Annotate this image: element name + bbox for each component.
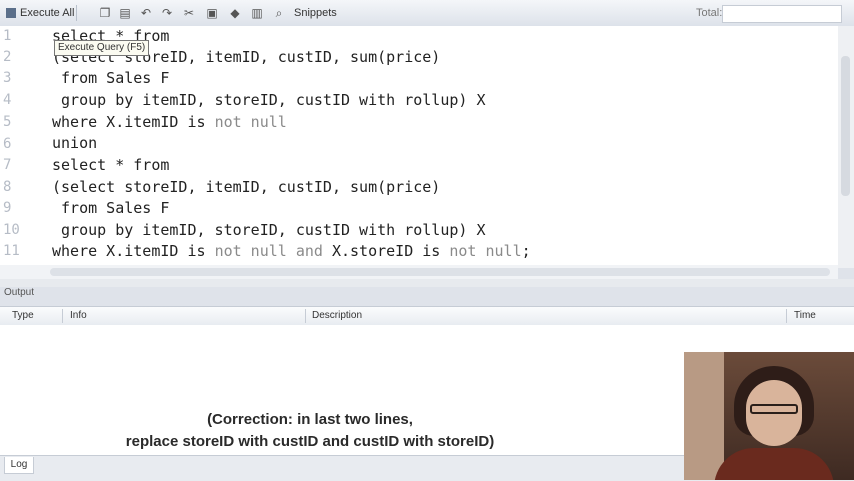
code-line: (select storeID, itemID, custID, sum(pri… [52, 178, 441, 196]
code-line: where X.itemID is not null [52, 113, 287, 131]
column-time[interactable]: Time [794, 310, 816, 321]
editor-horizontal-scrollbar[interactable] [0, 265, 838, 279]
output-table-header: Type Info Description Time [0, 306, 854, 326]
output-title: Output [4, 287, 35, 298]
execute-all-button[interactable]: Execute All [6, 4, 74, 22]
line-number: 11 [3, 243, 20, 259]
scrollbar-thumb[interactable] [841, 56, 850, 196]
play-icon [6, 8, 16, 18]
column-description[interactable]: Description [312, 310, 362, 321]
line-number: 3 [3, 70, 12, 86]
video-background [684, 352, 724, 480]
log-tab[interactable]: Log [4, 457, 34, 474]
column-divider[interactable] [786, 309, 787, 323]
code-line: select * from [52, 156, 170, 174]
pane-splitter[interactable] [0, 279, 854, 287]
column-type[interactable]: Type [12, 310, 34, 321]
redo-icon[interactable]: ↷ [160, 6, 174, 20]
presenter-video [684, 352, 854, 480]
paste-icon[interactable]: ▣ [205, 6, 219, 20]
code-line: group by itemID, storeID, custID with ro… [52, 91, 486, 109]
toolbar-separator [76, 5, 77, 21]
snippets-button[interactable]: Snippets [294, 4, 337, 22]
line-number: 10 [3, 222, 20, 238]
column-divider[interactable] [62, 309, 63, 323]
line-number: 8 [3, 179, 12, 195]
code-line: from Sales F [52, 199, 170, 217]
undo-icon[interactable]: ↶ [139, 6, 153, 20]
cut-icon[interactable]: ✂ [182, 6, 196, 20]
correction-note-line2: replace storeID with custID and custID w… [125, 433, 495, 450]
column-divider[interactable] [305, 309, 306, 323]
code-line: where X.itemID is not null and X.storeID… [52, 242, 531, 260]
line-number: 5 [3, 114, 12, 130]
presenter-glasses [750, 404, 798, 414]
total-label: Total: [696, 7, 723, 19]
code-line: group by itemID, storeID, custID with ro… [52, 221, 486, 239]
execute-all-label: Execute All [20, 7, 75, 19]
column-info[interactable]: Info [70, 310, 87, 321]
line-number: 9 [3, 200, 12, 216]
search-icon[interactable]: ⌕ [272, 6, 286, 20]
execute-tooltip: Execute Query (F5) [54, 40, 150, 56]
line-number: 7 [3, 157, 12, 173]
line-number-gutter: 1 2 3 4 5 6 7 8 9 10 11 [0, 26, 44, 268]
code-line: union [52, 134, 98, 152]
format-icon[interactable]: ◆ [228, 6, 242, 20]
line-number: 4 [3, 92, 12, 108]
total-field [722, 5, 842, 23]
explain-icon[interactable]: ▥ [250, 6, 264, 20]
line-number: 1 [3, 28, 12, 44]
copy-icon[interactable]: ❐ [98, 6, 112, 20]
line-number: 6 [3, 136, 12, 152]
correction-note-line1: (Correction: in last two lines, [207, 411, 413, 428]
toolbar: Execute All ❐ ▤ ↶ ↷ ✂ ▣ ◆ ▥ ⌕ Snippets T… [0, 0, 854, 27]
code-line: from Sales F [52, 69, 170, 87]
presenter-shirt [714, 448, 834, 480]
snippets-label: Snippets [294, 7, 337, 19]
save-icon[interactable]: ▤ [118, 6, 132, 20]
sql-editor[interactable]: 1 2 3 4 5 6 7 8 9 10 11 select * from (s… [0, 26, 839, 268]
editor-vertical-scrollbar[interactable] [838, 26, 854, 268]
line-number: 2 [3, 49, 12, 65]
scrollbar-thumb[interactable] [50, 268, 830, 276]
